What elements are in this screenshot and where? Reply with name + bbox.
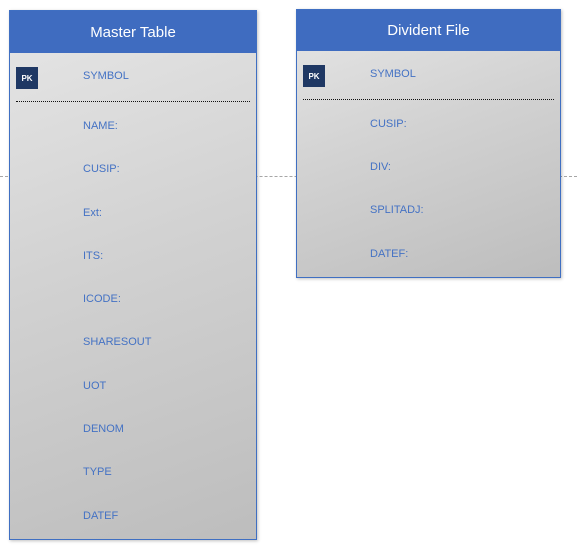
primary-key-badge: PK	[303, 65, 325, 87]
divident-file-field-row: DATEF:	[297, 230, 560, 273]
divident-file-key-field: SYMBOL	[370, 68, 416, 80]
field-name: CUSIP:	[83, 163, 120, 176]
master-table-field-row: ICODE:	[10, 275, 256, 318]
field-name: DATEF	[83, 509, 119, 522]
master-table-field-row: ITS:	[10, 232, 256, 275]
field-name: ITS:	[83, 249, 104, 262]
field-name: TYPE	[83, 466, 112, 479]
field-name: CUSIP:	[370, 118, 407, 130]
primary-key-badge: PK	[16, 67, 38, 89]
field-name: DIV:	[370, 161, 391, 174]
field-name: SHARESOUT	[83, 336, 152, 349]
master-table-key-row: PK SYMBOL	[10, 53, 256, 101]
field-name: DENOM	[83, 423, 124, 436]
master-table-field-row: Ext:	[10, 189, 256, 232]
master-table-field-row: UOT	[10, 362, 256, 405]
master-table-field-row: DATEF	[10, 492, 256, 535]
field-name: NAME:	[83, 120, 118, 132]
master-table-field-row: NAME:	[10, 102, 256, 145]
master-table-field-row: TYPE	[10, 448, 256, 491]
field-name: DATEF:	[370, 247, 409, 260]
divident-file-entity[interactable]: Divident File PK SYMBOL CUSIP: DIV: SPLI…	[296, 9, 561, 278]
master-table-field-row: SHARESOUT	[10, 318, 256, 361]
field-name: ICODE:	[83, 293, 121, 306]
divident-file-title: Divident File	[297, 10, 560, 51]
field-name: UOT	[83, 379, 107, 392]
divident-file-field-row: SPLITADJ:	[297, 186, 560, 229]
master-table-entity[interactable]: Master Table PK SYMBOL NAME: CUSIP: Ext:…	[9, 10, 257, 540]
master-table-key-field: SYMBOL	[83, 70, 129, 82]
divident-file-key-row: PK SYMBOL	[297, 51, 560, 99]
master-table-title: Master Table	[10, 11, 256, 53]
field-name: SPLITADJ:	[370, 204, 424, 217]
divident-file-field-row: DIV:	[297, 143, 560, 186]
divident-file-field-list: CUSIP: DIV: SPLITADJ: DATEF:	[297, 100, 560, 273]
master-table-field-row: DENOM	[10, 405, 256, 448]
field-name: Ext:	[83, 206, 102, 219]
master-table-field-list: NAME: CUSIP: Ext: ITS: ICODE: SHARESOUT …	[10, 102, 256, 535]
master-table-field-row: CUSIP:	[10, 145, 256, 188]
divident-file-field-row: CUSIP:	[297, 100, 560, 143]
